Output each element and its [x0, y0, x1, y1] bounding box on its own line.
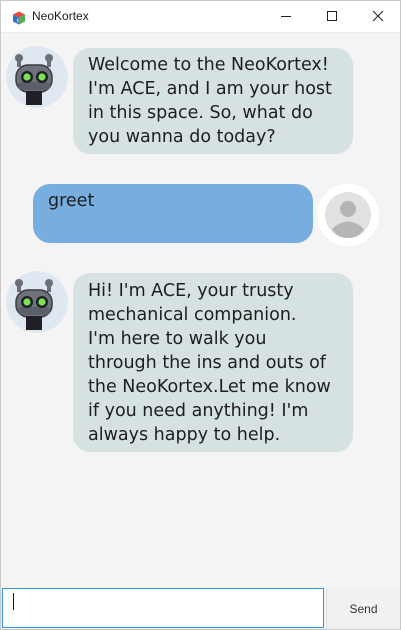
maximize-icon — [327, 11, 337, 21]
bot-message-bubble: Welcome to the NeoKortex! I'm ACE, and I… — [73, 48, 353, 154]
window-title: NeoKortex — [32, 9, 89, 23]
robot-avatar-icon — [6, 46, 68, 108]
bot-avatar — [6, 46, 68, 108]
bot-avatar — [6, 271, 68, 333]
user-message-bubble: greet — [33, 184, 313, 243]
message-text: Hi! I'm ACE, your trusty mechanical comp… — [88, 281, 331, 445]
title-bar[interactable]: NeoKortex — [1, 1, 400, 33]
user-avatar — [317, 184, 379, 246]
minimize-button[interactable] — [263, 1, 309, 32]
maximize-button[interactable] — [309, 1, 355, 32]
user-avatar-icon — [317, 184, 379, 246]
message-text: Welcome to the NeoKortex! I'm ACE, and I… — [88, 55, 332, 147]
bot-message-bubble: Hi! I'm ACE, your trusty mechanical comp… — [73, 273, 353, 452]
robot-avatar-icon — [6, 271, 68, 333]
close-button[interactable] — [355, 1, 401, 32]
app-cube-icon — [12, 10, 26, 25]
chat-window: NeoKortex Welcome to the NeoKortex! I'm … — [0, 0, 401, 630]
text-caret — [13, 593, 14, 610]
message-input[interactable] — [2, 588, 324, 628]
minimize-icon — [281, 16, 291, 17]
close-icon — [372, 10, 384, 22]
message-text: greet — [48, 191, 95, 211]
send-button[interactable]: Send — [326, 589, 400, 629]
